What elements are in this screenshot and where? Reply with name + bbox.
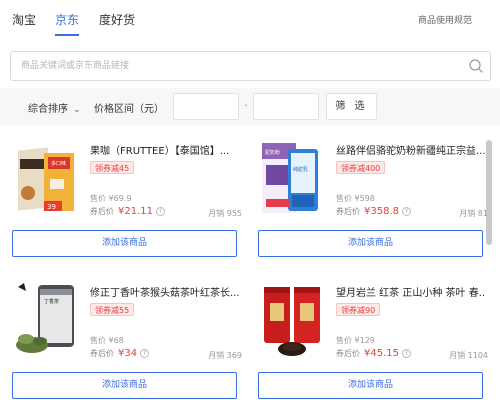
- original-price: 售价 ¥69.9: [90, 194, 132, 203]
- search-icon[interactable]: [468, 58, 484, 74]
- coupon-badge: 领券减90: [336, 303, 381, 316]
- add-product-button[interactable]: 添加该商品: [258, 230, 483, 257]
- discount-price-value: ¥45.15: [364, 348, 399, 359]
- product-rules-link[interactable]: 商品使用规范: [418, 13, 472, 26]
- channel-tabs: 淘宝 京东 度好货 商品使用规范: [0, 0, 500, 40]
- discount-label: 券后价: [90, 349, 114, 358]
- original-price: 售价 ¥129: [336, 336, 375, 345]
- question-icon[interactable]: ?: [140, 349, 150, 358]
- thumb-text: 39: [47, 203, 56, 211]
- discounted-price: 券后价 ¥21.11?: [90, 206, 165, 217]
- product-image: [260, 281, 324, 359]
- original-price: 售价 ¥68: [90, 336, 124, 345]
- coupon-badge: 领券减45: [90, 161, 135, 174]
- tab-duhaohuo[interactable]: 度好货: [99, 11, 135, 28]
- question-icon[interactable]: ?: [402, 349, 411, 358]
- discount-price-value: ¥34: [118, 348, 138, 359]
- discounted-price: 券后价 ¥45.15?: [336, 348, 411, 359]
- discount-label: 券后价: [90, 207, 114, 216]
- sort-label: 综合排序: [28, 104, 68, 115]
- question-icon[interactable]: ?: [402, 207, 411, 216]
- sort-dropdown[interactable]: 综合排序 ⌄: [28, 100, 81, 115]
- monthly-sales: 月销 1104: [449, 351, 488, 360]
- filter-bar: 综合排序 ⌄ 价格区间（元） - 筛 选: [0, 88, 500, 125]
- discount-price-value: ¥21.11: [118, 206, 153, 217]
- discount-label: 券后价: [336, 207, 360, 216]
- discount-label: 券后价: [336, 349, 360, 358]
- monthly-sales: 月销 369: [208, 351, 242, 360]
- add-product-button[interactable]: 添加该商品: [258, 372, 483, 399]
- product-card: 多口味 39 果咖（FRUTTEE）【泰国馆】... 领券减45 售价 ¥69.…: [12, 139, 242, 264]
- filter-button[interactable]: 筛 选: [326, 93, 377, 120]
- question-icon[interactable]: ?: [156, 207, 165, 216]
- product-title[interactable]: 修正丁香叶茶猴头菇茶叶红茶长...: [90, 284, 240, 299]
- tab-jd[interactable]: 京东: [55, 11, 79, 28]
- original-price: 售价 ¥598: [336, 194, 375, 203]
- thumb-text: 丁香茶: [44, 298, 59, 305]
- add-product-button[interactable]: 添加该商品: [12, 372, 237, 399]
- product-card: 望月岩兰 红茶 正山小种 茶叶 春... 领券减90 售价 ¥129 券后价 ¥4…: [258, 281, 488, 400]
- product-title[interactable]: 果咖（FRUTTEE）【泰国馆】...: [90, 142, 240, 157]
- product-title[interactable]: 丝路伴侣骆驼奶粉新疆纯正宗益...: [336, 142, 486, 157]
- price-range-label: 价格区间（元）: [94, 104, 164, 115]
- search-box: [10, 51, 491, 81]
- add-product-button[interactable]: 添加该商品: [12, 230, 237, 257]
- chevron-down-icon: ⌄: [73, 105, 81, 115]
- active-tab-indicator: [55, 34, 79, 36]
- coupon-badge: 领券减400: [336, 161, 386, 174]
- monthly-sales: 月销 955: [208, 209, 242, 218]
- price-separator: -: [244, 100, 248, 111]
- product-image: 驼奶粉 纯驼乳: [260, 139, 324, 217]
- coupon-badge: 领券减55: [90, 303, 135, 316]
- discounted-price: 券后价 ¥358.8?: [336, 206, 411, 217]
- thumb-text: 纯驼乳: [293, 166, 308, 173]
- price-max-input[interactable]: [254, 94, 318, 119]
- price-max-box: [253, 93, 319, 120]
- discount-price-value: ¥358.8: [364, 206, 399, 217]
- product-image: 多口味 39: [14, 139, 78, 217]
- thumb-text: 多口味: [51, 160, 66, 167]
- search-input[interactable]: [11, 52, 461, 80]
- price-min-input[interactable]: [174, 94, 238, 119]
- product-card: 驼奶粉 纯驼乳 丝路伴侣骆驼奶粉新疆纯正宗益... 领券减400 售价 ¥598…: [258, 139, 488, 264]
- monthly-sales: 月销 81: [459, 209, 488, 218]
- thumb-text: 驼奶粉: [265, 149, 280, 156]
- tab-taobao[interactable]: 淘宝: [12, 11, 36, 28]
- price-min-box: [173, 93, 239, 120]
- discounted-price: 券后价 ¥34?: [90, 348, 150, 359]
- product-title[interactable]: 望月岩兰 红茶 正山小种 茶叶 春...: [336, 284, 486, 299]
- product-image: 丁香茶: [14, 281, 78, 359]
- product-card: 丁香茶 修正丁香叶茶猴头菇茶叶红茶长... 领券减55 售价 ¥68 券后价 ¥3…: [12, 281, 242, 400]
